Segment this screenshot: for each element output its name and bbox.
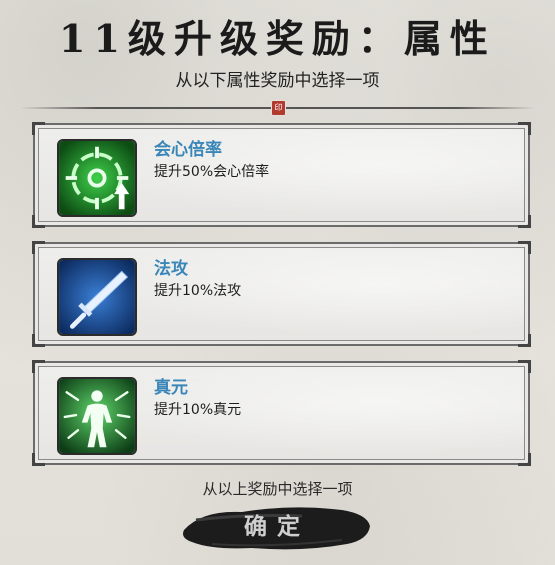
seal-icon: 印 <box>271 100 286 116</box>
selection-hint: 从以上奖励中选择一项 <box>202 480 353 498</box>
corner-ornament <box>32 360 45 373</box>
option-name: 法攻 <box>154 259 188 279</box>
confirm-button-label: 确定 <box>244 513 310 540</box>
corner-ornament <box>518 360 531 373</box>
confirm-button[interactable]: 确定 <box>182 500 372 554</box>
page-subtitle: 从以下属性奖励中选择一项 <box>175 71 380 91</box>
option-description: 提升10%真元 <box>154 402 242 418</box>
option-description: 提升50%会心倍率 <box>154 164 270 180</box>
corner-ornament <box>518 453 531 466</box>
option-description: 提升10%法攻 <box>154 283 242 299</box>
option-card-crit[interactable]: 会心倍率 提升50%会心倍率 <box>32 122 531 228</box>
crit-target-icon <box>57 139 137 217</box>
energy-body-icon <box>57 377 137 455</box>
sword-icon <box>57 258 137 336</box>
corner-ornament <box>32 241 45 254</box>
corner-ornament <box>32 215 45 228</box>
corner-ornament <box>518 241 531 254</box>
corner-ornament <box>518 215 531 228</box>
corner-ornament <box>32 122 45 135</box>
option-card-true-energy[interactable]: 真元 提升10%真元 <box>32 360 531 466</box>
option-card-magic-attack[interactable]: 法攻 提升10%法攻 <box>32 241 531 347</box>
corner-ornament <box>518 122 531 135</box>
page-title: 11级升级奖励：属性 <box>59 16 496 61</box>
corner-ornament <box>518 334 531 347</box>
option-name: 会心倍率 <box>154 140 222 160</box>
corner-ornament <box>32 334 45 347</box>
option-name: 真元 <box>154 378 188 398</box>
corner-ornament <box>32 453 45 466</box>
